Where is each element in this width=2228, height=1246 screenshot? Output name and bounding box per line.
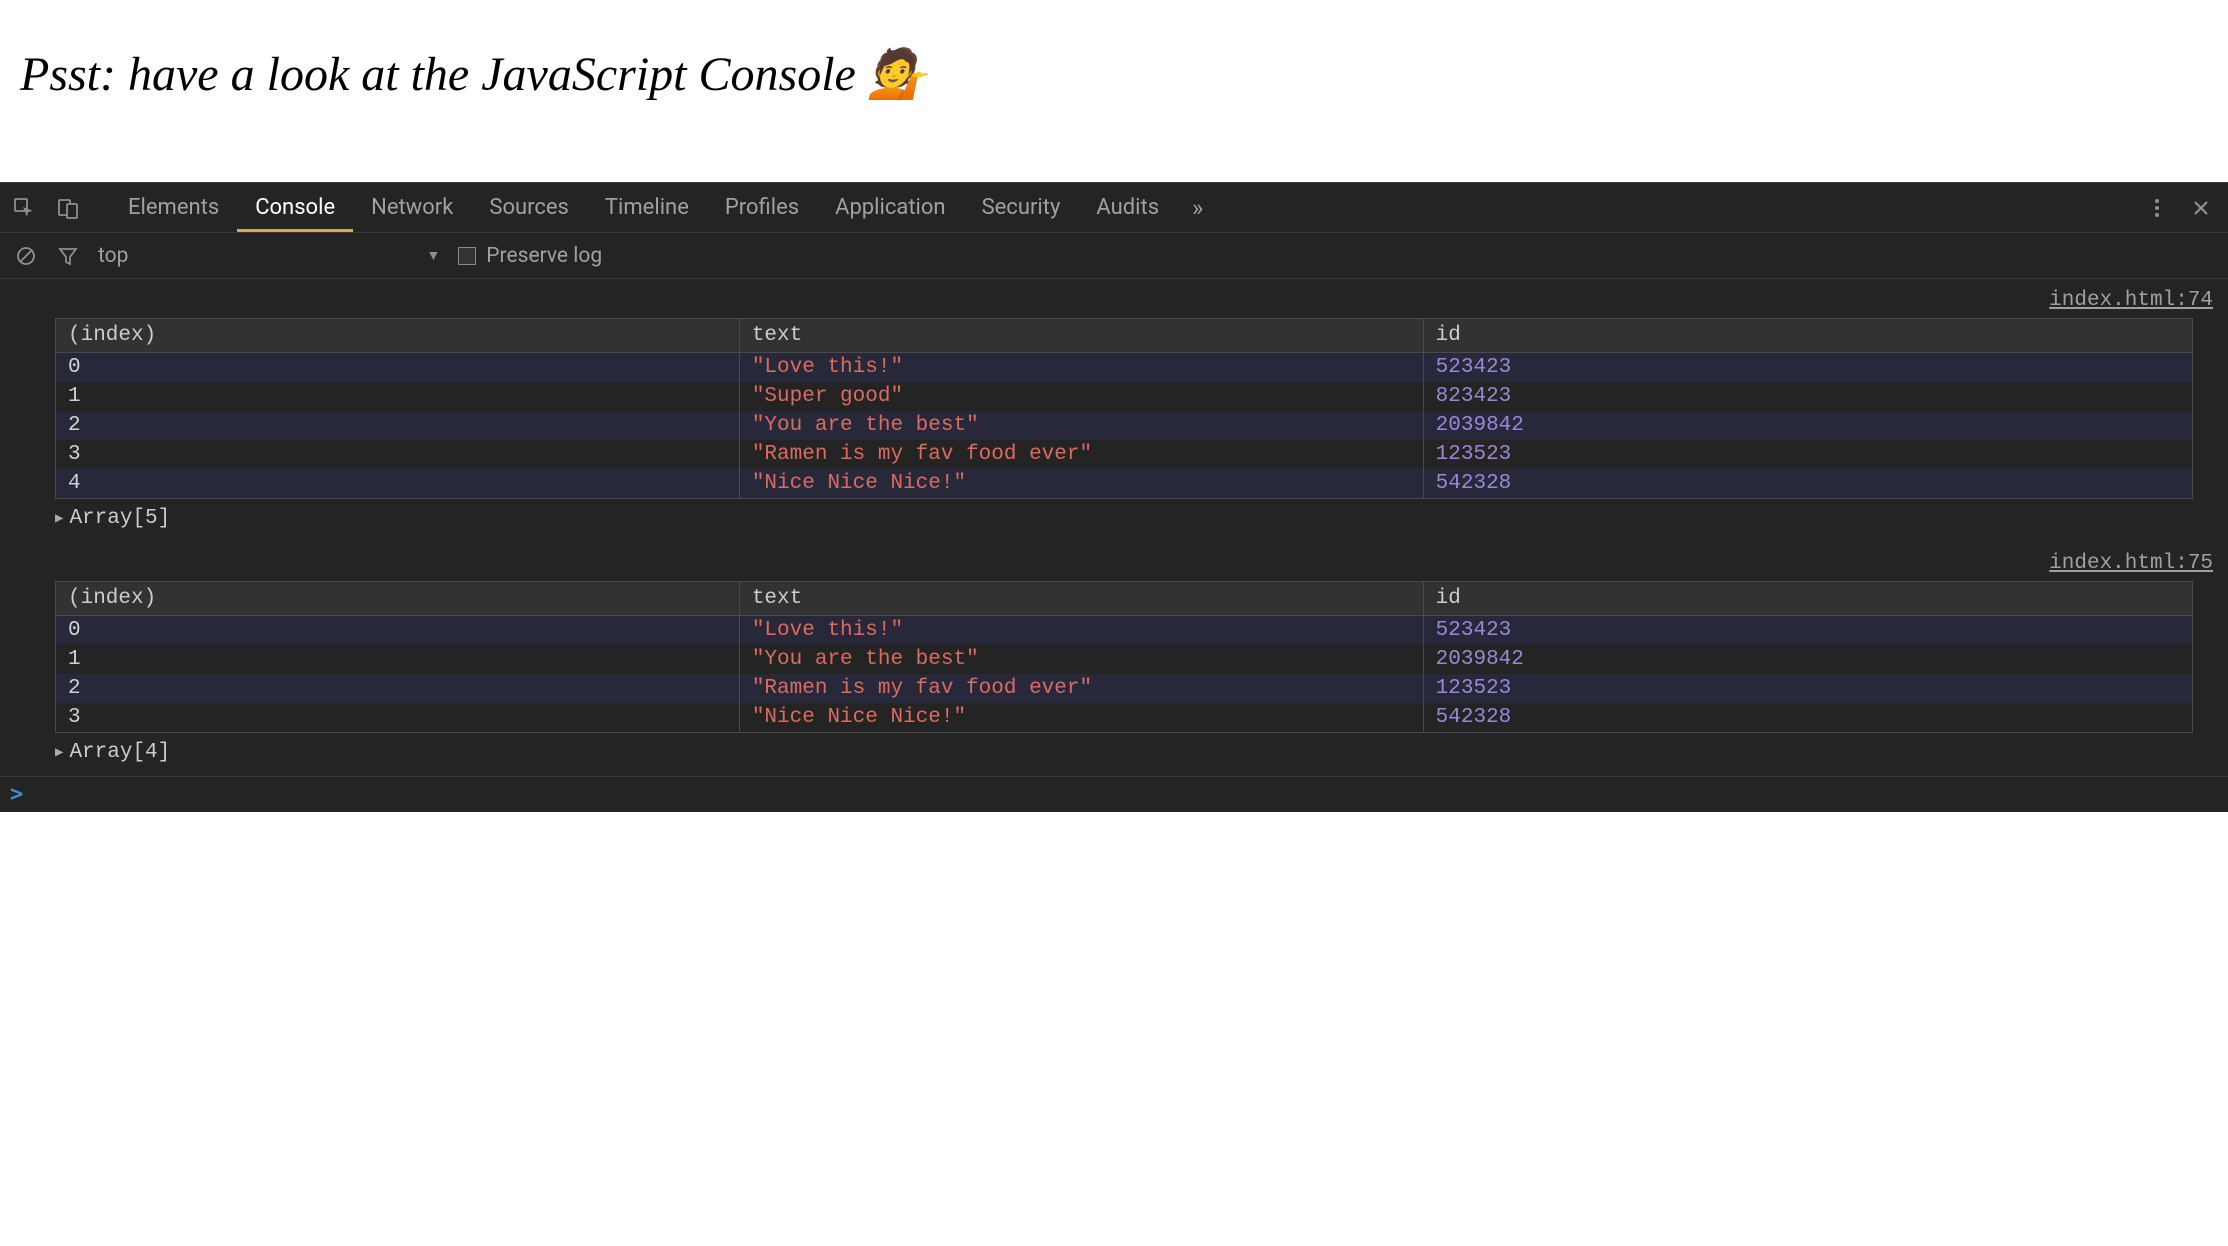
th-id[interactable]: id <box>1423 582 2192 616</box>
cell-text: "Love this!" <box>739 353 1423 383</box>
tab-overflow-button[interactable]: » <box>1177 183 1218 232</box>
tab-sources[interactable]: Sources <box>471 183 587 232</box>
cell-id: 523423 <box>1423 616 2192 646</box>
tab-security[interactable]: Security <box>964 183 1079 232</box>
tab-audits[interactable]: Audits <box>1078 183 1177 232</box>
cell-id: 542328 <box>1423 469 2192 499</box>
table-row[interactable]: 4 "Nice Nice Nice!" 542328 <box>56 469 2193 499</box>
cell-id: 2039842 <box>1423 411 2192 440</box>
table-row[interactable]: 2 "You are the best" 2039842 <box>56 411 2193 440</box>
th-index[interactable]: (index) <box>56 319 740 353</box>
tabbar-left-icons <box>12 196 110 220</box>
filter-icon[interactable] <box>56 244 80 268</box>
console-table: (index) text id 0 "Love this!" 523423 1 … <box>55 318 2193 499</box>
cell-id: 542328 <box>1423 703 2192 733</box>
cell-index: 2 <box>56 411 740 440</box>
cell-text: "Love this!" <box>739 616 1423 646</box>
checkbox-icon[interactable] <box>458 247 476 265</box>
expand-triangle-icon[interactable]: ▶ <box>55 510 63 527</box>
cell-text: "Super good" <box>739 382 1423 411</box>
console-table: (index) text id 0 "Love this!" 523423 1 … <box>55 581 2193 733</box>
cell-text: "You are the best" <box>739 411 1423 440</box>
prompt-chevron-icon: > <box>10 782 23 807</box>
cell-index: 0 <box>56 616 740 646</box>
cell-id: 123523 <box>1423 440 2192 469</box>
cell-text: "Nice Nice Nice!" <box>739 703 1423 733</box>
source-link[interactable]: index.html:75 <box>0 552 2228 581</box>
devtools-tabbar: Elements Console Network Sources Timelin… <box>0 183 2228 233</box>
close-icon[interactable] <box>2189 196 2213 220</box>
chevron-down-icon[interactable]: ▼ <box>426 247 440 264</box>
cell-id: 2039842 <box>1423 645 2192 674</box>
console-body: index.html:74 (index) text id 0 "Love th… <box>0 279 2228 812</box>
array-summary-label: Array[5] <box>69 507 170 530</box>
th-text[interactable]: text <box>739 582 1423 616</box>
th-index[interactable]: (index) <box>56 582 740 616</box>
cell-index: 3 <box>56 703 740 733</box>
preserve-log-toggle[interactable]: Preserve log <box>458 244 602 268</box>
tabbar-right-icons <box>2145 196 2228 220</box>
cell-index: 1 <box>56 645 740 674</box>
cell-text: "Ramen is my fav food ever" <box>739 674 1423 703</box>
cell-text: "Ramen is my fav food ever" <box>739 440 1423 469</box>
execution-context-selector[interactable]: top <box>98 244 408 268</box>
cell-text: "You are the best" <box>739 645 1423 674</box>
console-log-entry: index.html:75 (index) text id 0 "Love th… <box>0 542 2228 776</box>
tab-network[interactable]: Network <box>353 183 471 232</box>
tab-list: Elements Console Network Sources Timelin… <box>110 183 1218 232</box>
cell-index: 0 <box>56 353 740 383</box>
array-summary-label: Array[4] <box>69 741 170 764</box>
table-row[interactable]: 1 "Super good" 823423 <box>56 382 2193 411</box>
table-row[interactable]: 1 "You are the best" 2039842 <box>56 645 2193 674</box>
cell-text: "Nice Nice Nice!" <box>739 469 1423 499</box>
tab-profiles[interactable]: Profiles <box>707 183 817 232</box>
expand-triangle-icon[interactable]: ▶ <box>55 744 63 761</box>
tab-console[interactable]: Console <box>237 183 353 232</box>
cell-index: 1 <box>56 382 740 411</box>
devtools-panel: Elements Console Network Sources Timelin… <box>0 182 2228 812</box>
cell-index: 4 <box>56 469 740 499</box>
th-text[interactable]: text <box>739 319 1423 353</box>
cell-index: 2 <box>56 674 740 703</box>
clear-console-icon[interactable] <box>14 244 38 268</box>
source-link[interactable]: index.html:74 <box>0 289 2228 318</box>
table-row[interactable]: 3 "Nice Nice Nice!" 542328 <box>56 703 2193 733</box>
console-log-entry: index.html:74 (index) text id 0 "Love th… <box>0 279 2228 542</box>
tab-elements[interactable]: Elements <box>110 183 237 232</box>
array-summary[interactable]: ▶ Array[4] <box>0 733 2228 776</box>
console-input-row[interactable]: > <box>0 776 2228 812</box>
table-header-row: (index) text id <box>56 582 2193 616</box>
tab-application[interactable]: Application <box>817 183 963 232</box>
kebab-menu-icon[interactable] <box>2145 196 2169 220</box>
cell-id: 123523 <box>1423 674 2192 703</box>
cell-id: 523423 <box>1423 353 2192 383</box>
device-toggle-icon[interactable] <box>56 196 80 220</box>
cell-id: 823423 <box>1423 382 2192 411</box>
page-heading: Psst: have a look at the JavaScript Cons… <box>0 0 2228 182</box>
context-label: top <box>98 244 128 268</box>
array-summary[interactable]: ▶ Array[5] <box>0 499 2228 542</box>
cell-index: 3 <box>56 440 740 469</box>
table-row[interactable]: 0 "Love this!" 523423 <box>56 616 2193 646</box>
console-toolbar: top ▼ Preserve log <box>0 233 2228 279</box>
inspect-element-icon[interactable] <box>12 196 36 220</box>
preserve-log-label: Preserve log <box>486 244 602 268</box>
tab-timeline[interactable]: Timeline <box>587 183 707 232</box>
th-id[interactable]: id <box>1423 319 2192 353</box>
table-row[interactable]: 0 "Love this!" 523423 <box>56 353 2193 383</box>
table-row[interactable]: 3 "Ramen is my fav food ever" 123523 <box>56 440 2193 469</box>
table-row[interactable]: 2 "Ramen is my fav food ever" 123523 <box>56 674 2193 703</box>
table-header-row: (index) text id <box>56 319 2193 353</box>
